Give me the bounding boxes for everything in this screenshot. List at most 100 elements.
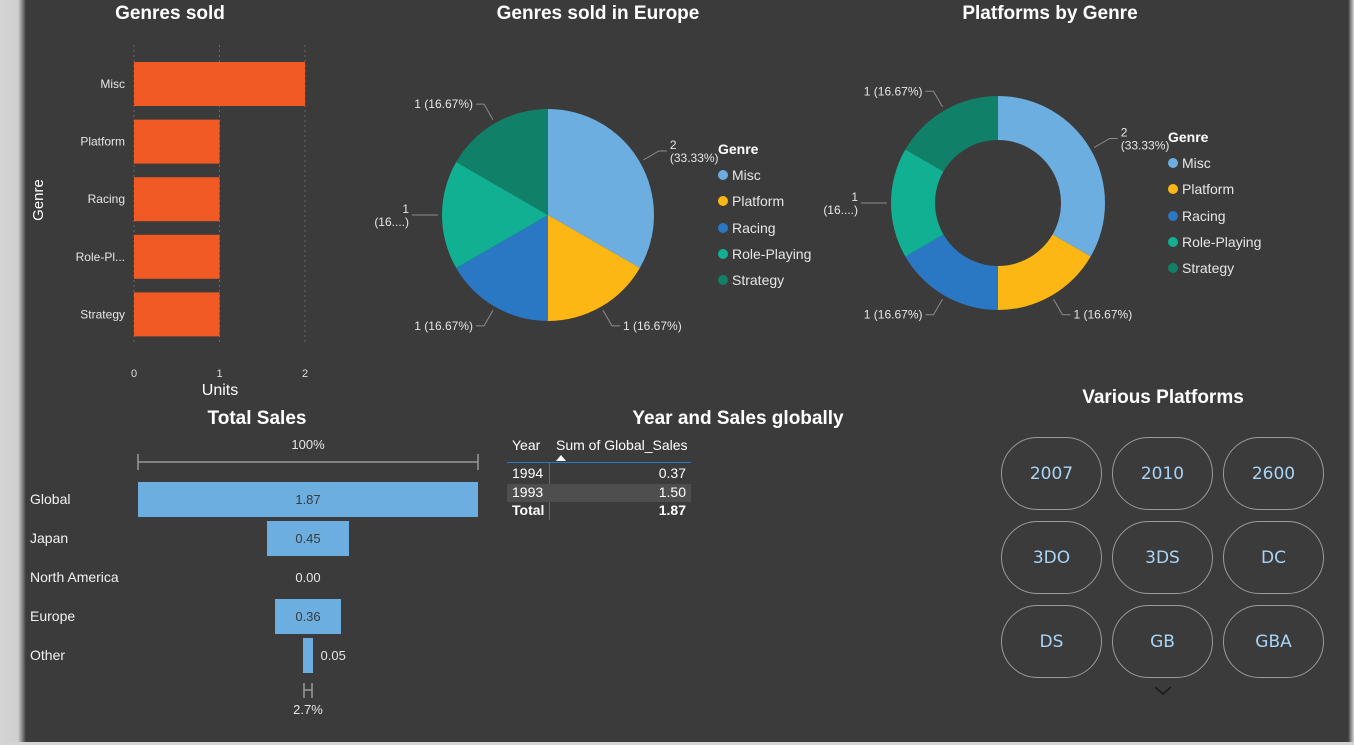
platform-button-ds[interactable]: DS <box>1001 605 1102 678</box>
legend-dot-icon <box>718 275 728 286</box>
platforms-by-genre-donut-chart: 2 (33.33%) 1 (16.67%) 1 (16.67%) 1 (16....) 1 … <box>823 84 1170 322</box>
platform-button-2600[interactable]: 2600 <box>1223 437 1324 510</box>
leader-line <box>602 310 620 327</box>
platform-button-3ds[interactable]: 3DS <box>1112 521 1213 594</box>
legend-dot-icon <box>718 249 728 260</box>
table-total-row: Total 1.87 <box>507 502 691 520</box>
genres-europe-title: Genres sold in Europe <box>496 3 700 24</box>
x-tick-label: 2 <box>302 368 308 380</box>
legend-title: Genre <box>1168 129 1209 145</box>
data-label: 1 (16.67%) <box>864 84 923 98</box>
legend-item[interactable]: Strategy <box>1168 255 1261 281</box>
genres-sold-chart: 0 1 2 Misc Platform Racing Role-Pl... Strategy G… <box>30 45 308 399</box>
legend-item[interactable]: Misc <box>718 162 811 188</box>
funnel-category-label: Europe <box>30 607 76 624</box>
funnel-top-percent: 100% <box>291 437 325 452</box>
y-tick-label: Strategy <box>80 307 125 321</box>
legend-item[interactable]: Strategy <box>718 267 811 293</box>
bar[interactable] <box>134 177 220 222</box>
y-tick-label: Racing <box>88 192 125 206</box>
legend-title: Genre <box>718 141 759 157</box>
column-header-year[interactable]: Year <box>512 437 540 453</box>
genres-europe-legend: Genre Misc Platform Racing Role-Playing Stra… <box>718 141 811 293</box>
legend-label: Misc <box>1182 155 1211 172</box>
legend-label: Role-Playing <box>732 246 812 263</box>
leader-line <box>476 310 494 327</box>
data-label: 1 (16.67%) <box>414 97 473 111</box>
header-divider <box>507 462 691 463</box>
funnel-value-label: 0.05 <box>320 647 346 663</box>
data-label: 1 (16....) <box>374 202 409 229</box>
leader-line <box>925 298 943 316</box>
platform-button-2010[interactable]: 2010 <box>1112 437 1213 510</box>
bar[interactable] <box>134 292 220 337</box>
leader-line <box>476 103 494 120</box>
platform-button-dc[interactable]: DC <box>1223 521 1324 594</box>
genres-europe-pie-chart: 2 (33.33%) 1 (16.67%) 1 (16.67%) 1 (16....) 1 … <box>374 97 718 333</box>
funnel-bottom-bracket: 2.7% <box>293 683 323 717</box>
year-sales-title: Year and Sales globally <box>632 408 844 429</box>
legend-dot-icon <box>1168 184 1178 195</box>
platforms-by-genre-legend: Genre Misc Platform Racing Role-Playing Stra… <box>1168 129 1261 281</box>
slice-misc[interactable] <box>998 96 1105 257</box>
legend-label: Strategy <box>1182 260 1235 277</box>
legend-item[interactable]: Platform <box>1168 176 1261 202</box>
legend-item[interactable]: Role-Playing <box>1168 229 1261 255</box>
legend-dot-icon <box>1168 158 1178 169</box>
x-axis-title: Units <box>202 382 238 399</box>
funnel-value-label: 0.36 <box>295 608 321 624</box>
legend-dot-icon <box>1168 263 1178 274</box>
y-axis-title: Genre <box>30 179 47 221</box>
leader-line <box>643 150 667 161</box>
data-label: 2 (33.33%) <box>1121 126 1170 153</box>
total-sales-title: Total Sales <box>207 408 307 429</box>
platform-button-gba[interactable]: GBA <box>1223 605 1324 678</box>
data-label: 1 (16.67%) <box>623 319 682 333</box>
funnel-bar[interactable] <box>303 638 313 673</box>
funnel-top-bracket: 100% <box>137 437 479 470</box>
legend-dot-icon <box>718 222 728 233</box>
x-tick-label: 0 <box>131 368 137 380</box>
window-left-frame <box>0 0 26 745</box>
total-label: Total <box>512 502 545 518</box>
leader-line <box>1093 138 1118 148</box>
table-row[interactable]: 1993 1.50 <box>507 484 691 502</box>
year-cell: 1993 <box>512 484 544 500</box>
column-header-global-sales[interactable]: Sum of Global_Sales <box>556 437 688 453</box>
platform-button-gb[interactable]: GB <box>1112 605 1213 678</box>
legend-dot-icon <box>1168 210 1178 221</box>
legend-dot-icon <box>1168 237 1178 248</box>
platform-button-3do[interactable]: 3DO <box>1001 521 1102 594</box>
bar[interactable] <box>134 119 220 164</box>
y-tick-label: Misc <box>100 77 125 91</box>
chevron-down-icon[interactable] <box>1154 686 1172 696</box>
funnel-value-label: 0.00 <box>295 569 321 585</box>
window-right-frame <box>1348 0 1354 745</box>
legend-item[interactable]: Racing <box>1168 203 1261 229</box>
data-label: 1 (16.67%) <box>1074 308 1133 322</box>
legend-label: Misc <box>732 167 761 184</box>
data-label: 1 (16.67%) <box>864 308 923 322</box>
value-cell: 0.37 <box>658 465 686 481</box>
funnel-bottom-percent: 2.7% <box>293 702 323 717</box>
total-value: 1.87 <box>658 502 686 518</box>
funnel-category-label: Global <box>30 490 71 507</box>
legend-label: Strategy <box>732 272 785 289</box>
legend-label: Role-Playing <box>1182 234 1262 251</box>
funnel-category-label: Japan <box>30 529 69 546</box>
legend-item[interactable]: Platform <box>718 188 811 214</box>
sort-ascending-icon <box>556 455 566 461</box>
legend-dot-icon <box>718 170 728 181</box>
funnel-category-label: North America <box>30 568 119 585</box>
table-row[interactable]: 1994 0.37 <box>507 465 691 483</box>
x-tick-label: 1 <box>216 368 222 380</box>
legend-item[interactable]: Misc <box>1168 150 1261 176</box>
legend-item[interactable]: Role-Playing <box>718 241 811 267</box>
various-platforms-title: Various Platforms <box>1082 387 1244 408</box>
legend-item[interactable]: Racing <box>718 215 811 241</box>
year-cell: 1994 <box>512 465 544 481</box>
bar[interactable] <box>134 234 220 279</box>
y-tick-label: Role-Pl... <box>76 250 125 264</box>
bar[interactable] <box>134 62 305 106</box>
platform-button-2007[interactable]: 2007 <box>1001 437 1102 510</box>
